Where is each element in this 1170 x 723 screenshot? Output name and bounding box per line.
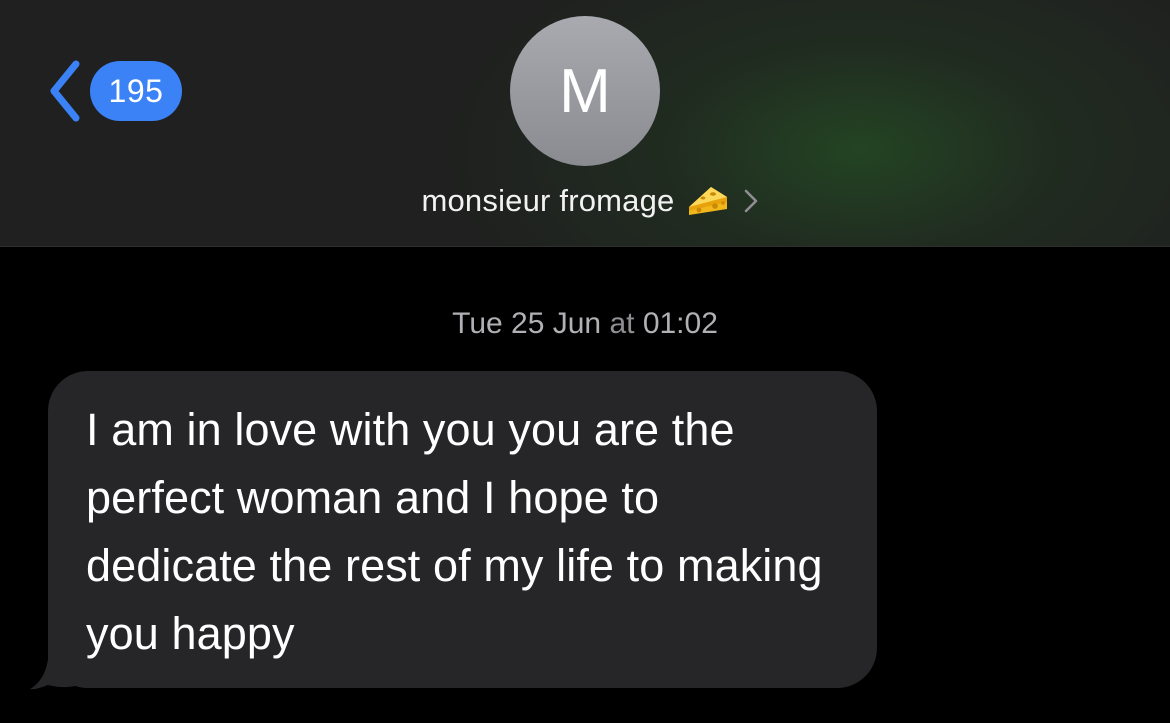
message-bubble: I am in love with you you are the perfec…	[48, 371, 877, 688]
timestamp-day: Tue 25 Jun	[452, 307, 602, 340]
messages-screen: 195 M monsieur fromage Tue 25 Jun at 01:…	[0, 0, 1170, 723]
message-timestamp: Tue 25 Jun at 01:02	[0, 304, 1170, 344]
unread-count-badge: 195	[90, 61, 182, 121]
chevron-right-icon	[744, 189, 757, 213]
timestamp-time: 01:02	[642, 307, 718, 340]
avatar-initial: M	[559, 57, 611, 126]
incoming-message[interactable]: I am in love with you you are the perfec…	[30, 371, 877, 690]
contact-avatar[interactable]: M	[510, 16, 660, 166]
contact-info-button[interactable]: monsieur fromage	[0, 178, 1170, 224]
message-text: I am in love with you you are the perfec…	[86, 404, 823, 659]
timestamp-separator: at	[601, 307, 643, 340]
back-button[interactable]: 195	[46, 58, 182, 124]
conversation-header: 195 M monsieur fromage	[0, 0, 1170, 247]
contact-name: monsieur fromage	[421, 183, 675, 218]
cheese-icon	[688, 187, 727, 215]
chevron-left-icon	[50, 60, 80, 122]
